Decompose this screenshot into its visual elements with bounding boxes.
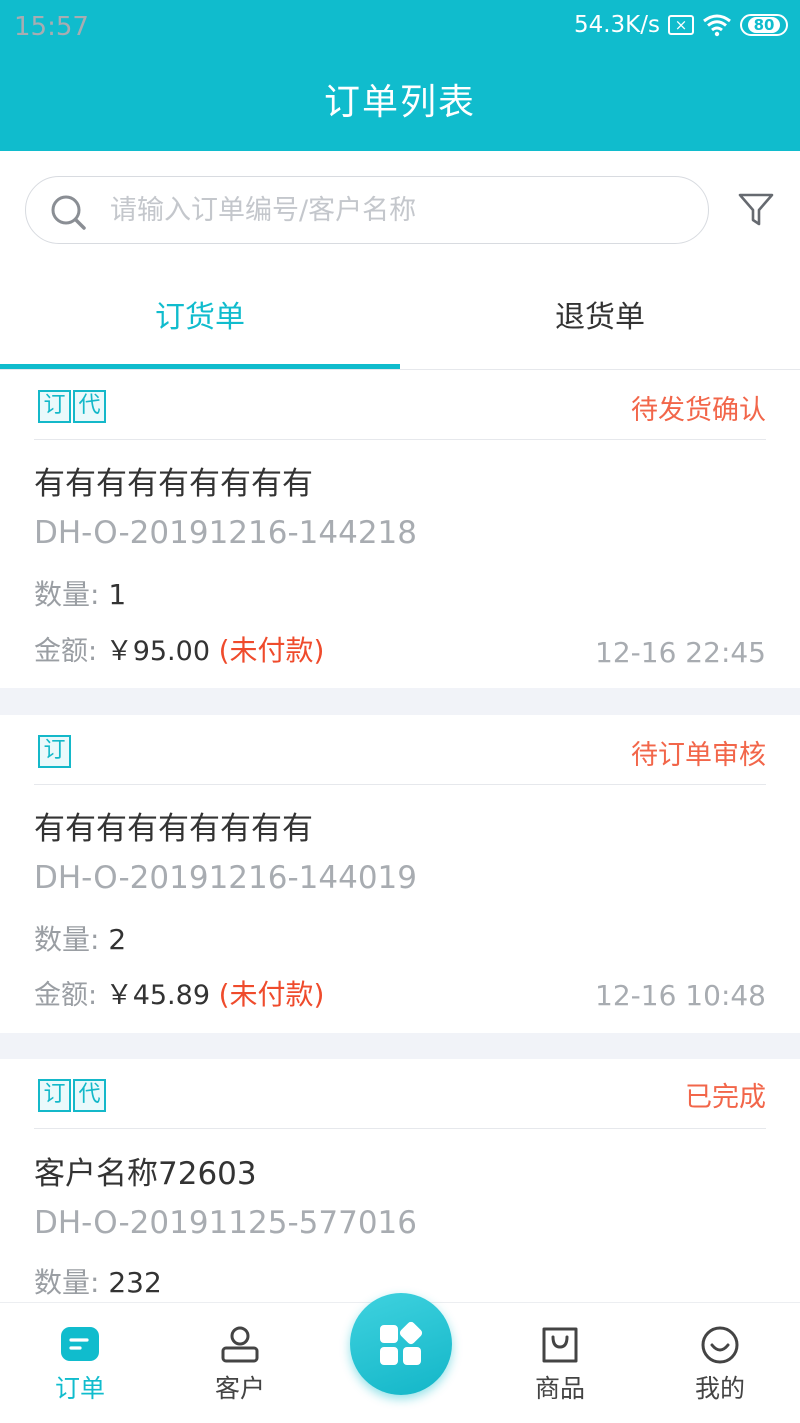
order-card-header: 订 待订单审核 [34,715,766,785]
search-icon [51,195,86,230]
no-sim-icon: × [668,15,694,35]
quantity-value: 1 [108,578,127,611]
order-quantity: 数量: 1 [34,573,126,613]
nav-goods-label: 商品 [534,1374,585,1403]
wifi-icon [703,14,731,37]
order-number: DH-O-20191216-144019 [34,860,417,896]
status-bar: 15:57 54.3K/s × 80 [0,0,800,54]
nav-goods[interactable]: 商品 [480,1303,640,1423]
search-input[interactable] [110,187,690,233]
order-card[interactable]: 订 代 已完成 客户名称72603 DH-O-20191125-577016 数… [0,1059,800,1329]
app-bar: 订单列表 [0,54,800,151]
order-icon [61,1327,99,1361]
proxy-badge: 代 [73,1079,106,1112]
order-badges: 订 代 [38,390,106,423]
order-badges: 订 代 [38,1079,106,1112]
order-card[interactable]: 订 待订单审核 有有有有有有有有有 DH-O-20191216-144019 数… [0,715,800,1033]
order-status: 待订单审核 [631,740,766,771]
order-badges: 订 [38,735,71,768]
order-type-badge: 订 [38,1079,71,1112]
customer-name: 有有有有有有有有有 [34,466,313,502]
customer-name: 客户名称72603 [34,1156,257,1192]
nav-customers-label: 客户 [214,1374,265,1403]
filter-icon[interactable] [736,189,776,229]
order-status: 已完成 [685,1082,766,1113]
order-amount: 金额: ￥45.89 (未付款) [34,973,324,1013]
quantity-label: 数量: [34,578,100,611]
quantity-value: 232 [108,1266,162,1299]
amount-label: 金额: [34,636,98,667]
nav-customers[interactable]: 客户 [160,1303,320,1423]
order-card-header: 订 代 已完成 [34,1059,766,1129]
nav-orders[interactable]: 订单 [0,1303,160,1423]
quantity-label: 数量: [34,1266,100,1299]
amount-label: 金额: [34,980,98,1011]
active-tab-indicator [0,364,400,369]
order-number: DH-O-20191125-577016 [34,1205,417,1241]
amount-value: ￥45.89 [105,980,210,1011]
proxy-badge: 代 [73,390,106,423]
page-title: 订单列表 [323,82,476,123]
order-status: 待发货确认 [631,395,766,426]
payment-status: (未付款) [218,978,325,1011]
order-quantity: 数量: 2 [34,918,126,958]
battery-icon: 80 [740,14,788,36]
quantity-label: 数量: [34,923,100,956]
apps-grid-icon [380,1321,423,1365]
search-row [0,151,800,269]
quantity-value: 2 [108,923,127,956]
order-quantity: 数量: 232 [34,1261,162,1301]
nav-profile[interactable]: 我的 [640,1303,800,1423]
status-indicators: 54.3K/s × 80 [574,12,788,38]
order-card-header: 订 代 待发货确认 [34,370,766,440]
tab-purchase-orders[interactable]: 订货单 [0,269,400,369]
customer-name: 有有有有有有有有有 [34,811,313,847]
order-amount: 金额: ￥95.00 (未付款) [34,629,324,669]
battery-level: 80 [747,17,781,33]
order-type-badge: 订 [38,735,71,768]
nav-orders-label: 订单 [54,1374,105,1403]
order-number: DH-O-20191216-144218 [34,515,417,551]
order-card[interactable]: 订 代 待发货确认 有有有有有有有有有 DH-O-20191216-144218… [0,370,800,688]
payment-status: (未付款) [218,634,325,667]
order-type-badge: 订 [38,390,71,423]
smile-icon [701,1326,739,1364]
search-box[interactable] [25,176,709,244]
apps-fab-button[interactable] [350,1293,452,1395]
network-speed: 54.3K/s [573,12,660,38]
nav-profile-label: 我的 [694,1374,745,1403]
customer-icon [221,1326,259,1363]
order-time: 12-16 10:48 [595,979,766,1012]
tab-return-orders[interactable]: 退货单 [400,269,800,369]
amount-value: ￥95.00 [105,636,210,667]
order-time: 12-16 22:45 [595,636,766,669]
goods-bag-icon [542,1327,578,1363]
tab-bar: 订货单 退货单 [0,269,800,370]
